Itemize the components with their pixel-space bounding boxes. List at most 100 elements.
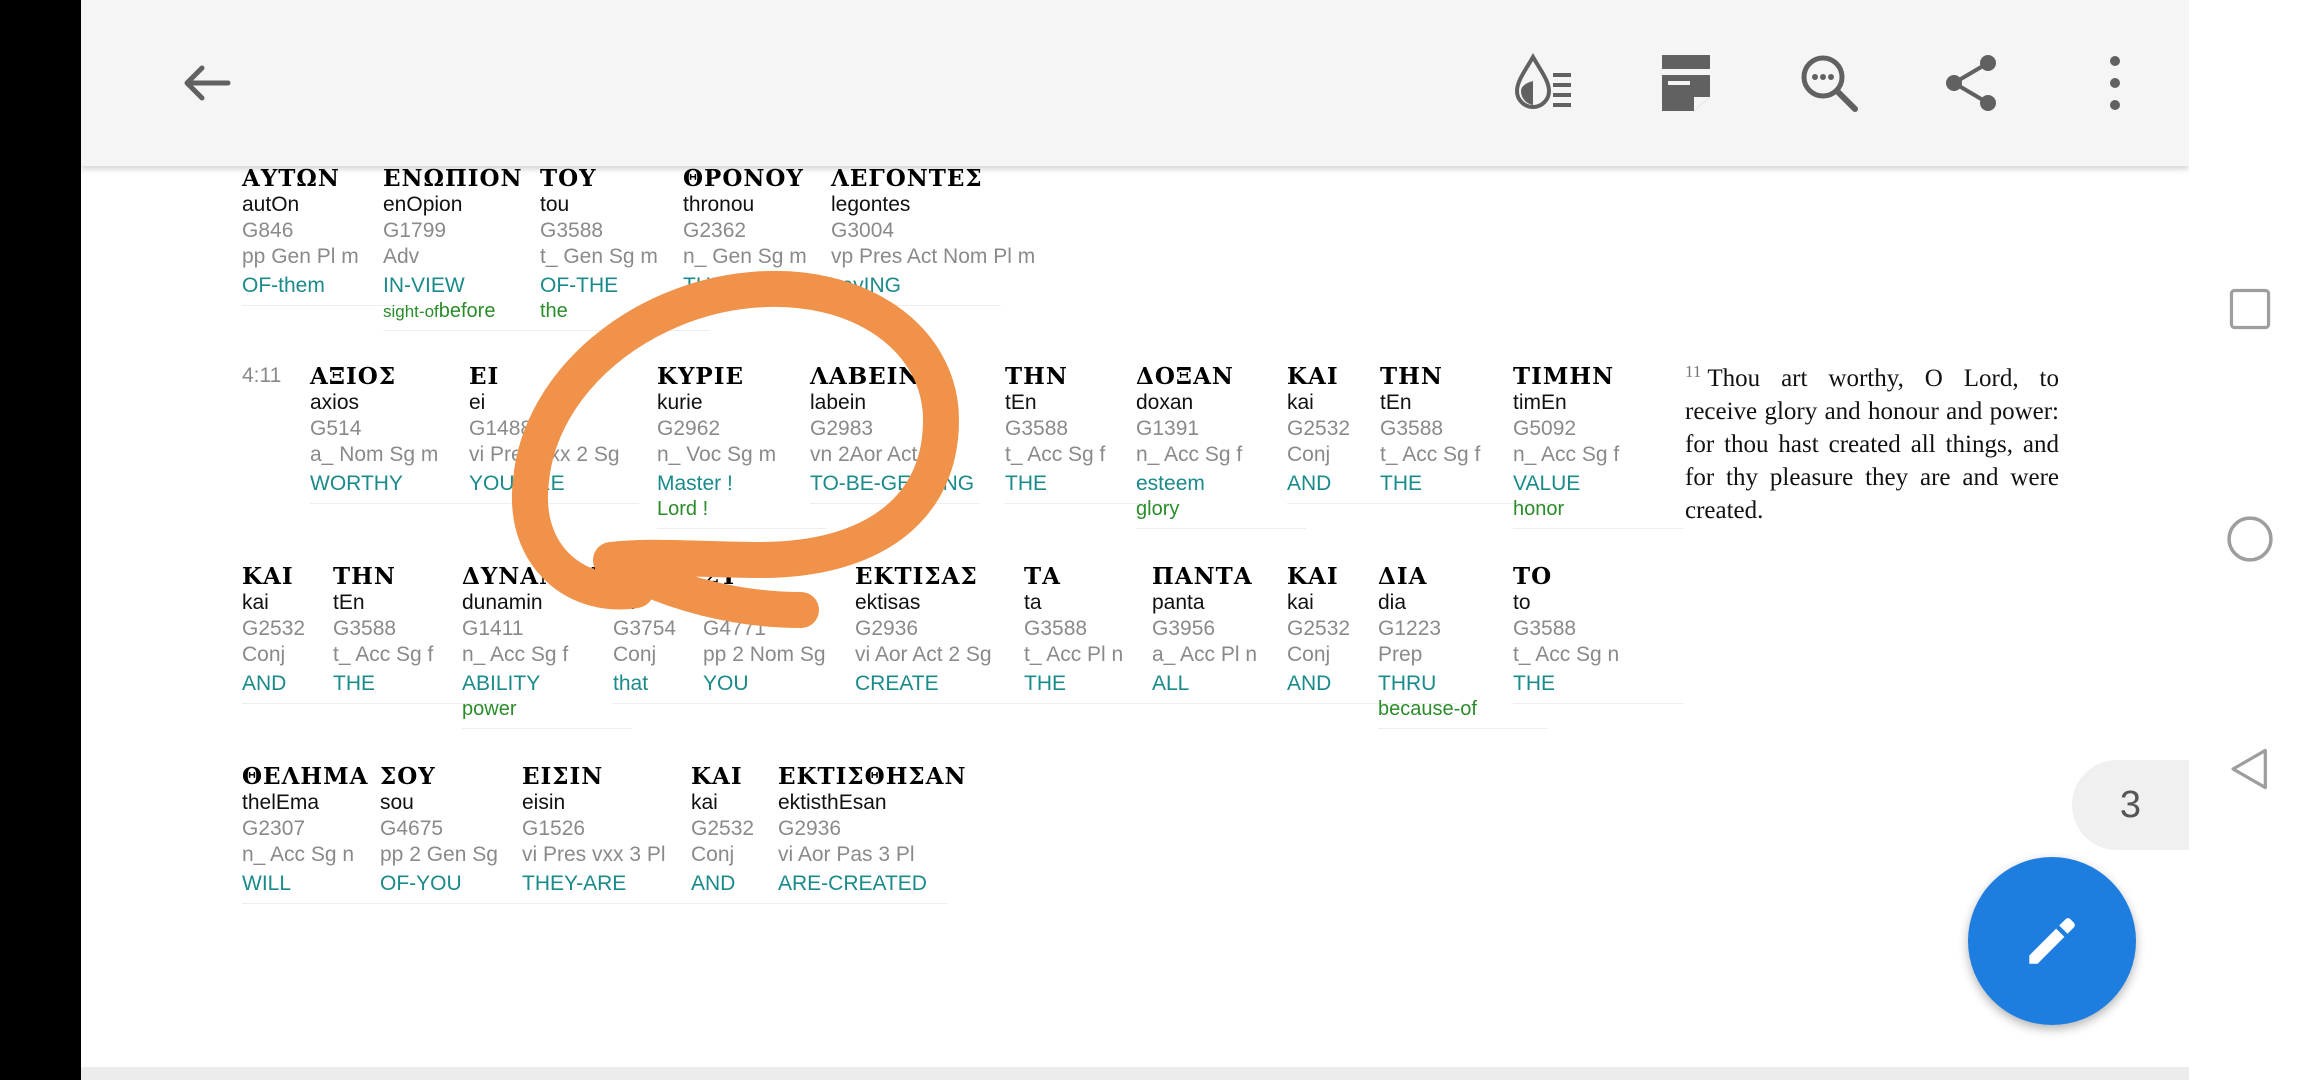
strongs-number: G1411 xyxy=(462,617,524,640)
kjv-text: Thou art worthy, O Lord, to receive glor… xyxy=(1685,365,2059,524)
word-underline xyxy=(462,722,632,729)
alternate-gloss: Lord ! xyxy=(657,497,827,522)
morphology: pp 2 Nom Sg xyxy=(703,643,826,666)
word-underline xyxy=(522,897,692,904)
word-cell[interactable]: ΔΥΝΑΜΙΝ dunamin G1411 n_ Acc Sg f ABILITY pow… xyxy=(462,564,632,729)
greek-word: ΕΙΣΙΝ xyxy=(522,763,604,790)
strongs-number: G2936 xyxy=(778,817,842,840)
greek-word: ΣΥ xyxy=(703,563,738,590)
word-underline xyxy=(540,324,710,331)
word-cell[interactable]: ΤΟ to G3588 t_ Acc Sg n THE xyxy=(1513,564,1683,704)
gloss: IN-VIEW xyxy=(383,274,465,297)
word-underline xyxy=(703,697,873,704)
greek-word: ΕΙ xyxy=(469,363,500,390)
greek-word: ΤΟ xyxy=(1513,563,1553,590)
alternate-gloss: glory xyxy=(1136,497,1306,522)
word-cell[interactable]: ΣΥ su G4771 pp 2 Nom Sg YOU xyxy=(703,564,873,704)
word-cell[interactable]: ΕΙΣΙΝ eisin G1526 vi Pres vxx 3 Pl THEY-ARE xyxy=(522,764,692,904)
gloss: esteem xyxy=(1136,472,1205,495)
layout-icon xyxy=(1662,55,1710,111)
search-more-icon xyxy=(1801,55,1858,112)
transliteration: axios xyxy=(310,391,360,414)
back-arrow-icon xyxy=(184,65,231,101)
alternate-gloss: power xyxy=(462,697,632,722)
recents-button[interactable] xyxy=(2219,278,2281,340)
layout-button[interactable] xyxy=(1641,38,1731,128)
search-button[interactable] xyxy=(1784,38,1874,128)
morphology: n_ Acc Sg f xyxy=(1513,443,1620,466)
greek-word: ΕΝΩΠΙΟΝ xyxy=(383,165,523,192)
edit-fab-button[interactable] xyxy=(1968,857,2136,1025)
interlinear-content: 4:11 11 Thou art worthy, O Lord, to recei… xyxy=(81,166,2189,1066)
word-underline xyxy=(469,497,639,504)
transliteration: ektisthEsan xyxy=(778,791,887,814)
greek-word: ΚΥΡΙΕ xyxy=(657,363,744,390)
morphology: vi Pres vxx 2 Sg xyxy=(469,443,620,466)
strongs-number: G1488 xyxy=(469,417,533,440)
word-cell[interactable]: ΑΞΙΟΣ axios G514 a_ Nom Sg m WORTHY xyxy=(310,364,480,504)
word-cell[interactable]: ΕΝΩΠΙΟΝ enOpion G1799 Adv IN-VIEW sight-ofbef… xyxy=(383,166,553,331)
alternate-gloss-text: the xyxy=(540,300,568,322)
word-cell[interactable]: ΚΥΡΙΕ kurie G2962 n_ Voc Sg m Master ! Lord ! xyxy=(657,364,827,529)
more-vert-icon xyxy=(2110,56,2120,110)
word-cell[interactable]: ΕΙ ei G1488 vi Pres vxx 2 Sg YOU-ARE xyxy=(469,364,639,504)
more-options-button[interactable] xyxy=(2070,38,2160,128)
alternate-gloss-text: before xyxy=(438,300,496,322)
verse-reference: 4:11 xyxy=(242,364,282,387)
transliteration: timEn xyxy=(1513,391,1567,414)
gloss: YOU xyxy=(703,672,749,695)
alternate-gloss: honor xyxy=(1513,497,1683,522)
transliteration: doxan xyxy=(1136,391,1194,414)
gloss: TO-BE-GETTING xyxy=(810,472,975,495)
alternate-gloss-text: because-of xyxy=(1378,698,1477,720)
greek-word: ΑΞΙΟΣ xyxy=(310,363,397,390)
transliteration: su xyxy=(703,591,726,614)
share-button[interactable] xyxy=(1927,38,2017,128)
back-nav-button[interactable] xyxy=(2219,738,2281,800)
strongs-number: G1391 xyxy=(1136,417,1200,440)
app-screen: 4:11 11 Thou art worthy, O Lord, to recei… xyxy=(81,0,2189,1080)
morphology: n_ Acc Sg f xyxy=(462,643,569,666)
gloss: ABILITY xyxy=(462,672,541,695)
page-number-badge[interactable]: 3 xyxy=(2072,760,2189,850)
word-cell[interactable]: ΕΚΤΙΣΘΗΣΑΝ ektisthEsan G2936 vi Aor Pas 3 P… xyxy=(778,764,966,904)
transliteration: to xyxy=(1513,591,1531,614)
word-cell[interactable]: ΔΟΞΑΝ doxan G1391 n_ Acc Sg f esteem glory xyxy=(1136,364,1306,529)
alternate-gloss-text: Lord ! xyxy=(657,498,709,520)
word-cell[interactable]: ΛΑΒΕΙΝ labein G2983 vn 2Aor Act TO-BE-GETTIN… xyxy=(810,364,980,504)
greek-word: ΛΑΒΕΙΝ xyxy=(810,363,921,390)
morphology: t_ Acc Sg n xyxy=(1513,643,1620,666)
greek-word: ΔΟΞΑΝ xyxy=(1136,363,1234,390)
word-cell[interactable]: ΤΙΜΗΝ timEn G5092 n_ Acc Sg f VALUE honor xyxy=(1513,364,1683,529)
morphology: Adv xyxy=(383,245,420,268)
transliteration: ektisas xyxy=(855,591,921,614)
greek-word: ΤΙΜΗΝ xyxy=(1513,363,1615,390)
share-icon xyxy=(1946,55,1996,111)
home-button[interactable] xyxy=(2219,508,2281,570)
gloss: ARE-CREATED xyxy=(778,872,927,895)
page-number: 3 xyxy=(2119,783,2142,826)
edit-pencil-icon xyxy=(2029,918,2075,964)
word-underline xyxy=(855,697,1025,704)
strongs-number: G1526 xyxy=(522,817,586,840)
word-cell[interactable]: ΘΡΟΝΟΥ thronou G2362 n_ Gen Sg m THRONE xyxy=(683,166,853,306)
display-settings-button[interactable] xyxy=(1498,38,1588,128)
morphology: vi Aor Act 2 Sg xyxy=(855,643,992,666)
word-underline xyxy=(1513,697,1683,704)
bottom-divider xyxy=(81,1067,2189,1080)
gloss: THE xyxy=(1513,672,1555,695)
strongs-number: G2962 xyxy=(657,417,721,440)
alternate-gloss-text: power xyxy=(462,698,517,720)
word-cell[interactable]: ΕΚΤΙΣΑΣ ektisas G2936 vi Aor Act 2 Sg CREATE xyxy=(855,564,1025,704)
greek-word: ΕΚΤΙΣΑΣ xyxy=(855,563,978,590)
back-button[interactable] xyxy=(161,38,251,128)
word-cell[interactable]: ΛΕΓΟΝΤΕΣ legontes G3004 vp Pres Act Nom Pl … xyxy=(831,166,1035,306)
gloss: YOU-ARE xyxy=(469,472,565,495)
strongs-number: G5092 xyxy=(1513,417,1577,440)
gloss: sayING xyxy=(831,274,902,297)
alternate-gloss-text: honor xyxy=(1513,498,1565,520)
word-underline xyxy=(1136,522,1306,529)
transliteration: labein xyxy=(810,391,867,414)
word-underline xyxy=(831,299,1001,306)
word-underline xyxy=(383,324,553,331)
